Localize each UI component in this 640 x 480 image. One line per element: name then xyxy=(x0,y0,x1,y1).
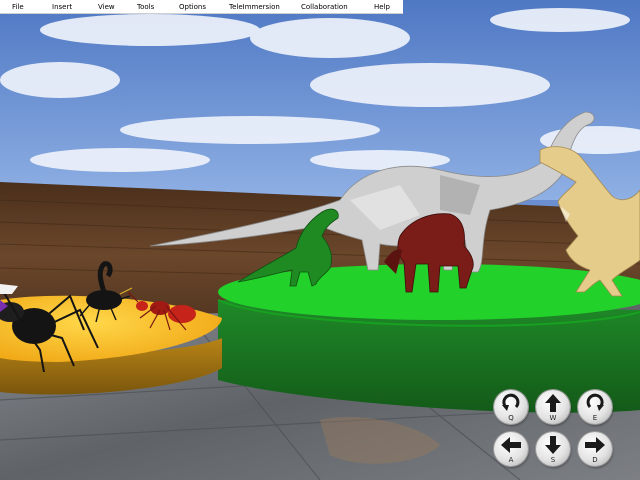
menu-tools[interactable]: Tools xyxy=(137,3,154,11)
key-label-w: W xyxy=(549,414,557,422)
key-label-d: D xyxy=(592,456,598,464)
menu-help[interactable]: Help xyxy=(374,3,390,11)
rotate-left-button[interactable]: Q xyxy=(494,390,528,424)
key-label-s: S xyxy=(550,456,556,464)
key-label-q: Q xyxy=(508,414,514,422)
menu-file[interactable]: File xyxy=(12,3,24,11)
rotate-right-icon xyxy=(586,393,604,411)
green-platform xyxy=(217,264,640,413)
menu-insert[interactable]: Insert xyxy=(52,3,72,11)
arrow-up-icon xyxy=(545,394,561,412)
menu-options[interactable]: Options xyxy=(179,3,206,11)
menu-collaboration[interactable]: Collaboration xyxy=(301,3,348,11)
key-label-a: A xyxy=(508,456,514,464)
arrow-right-icon xyxy=(585,437,605,453)
arrow-left-icon xyxy=(501,437,521,453)
move-left-button[interactable]: A xyxy=(494,432,528,466)
rotate-left-icon xyxy=(502,393,520,411)
menu-view[interactable]: View xyxy=(98,3,115,11)
move-right-button[interactable]: D xyxy=(578,432,612,466)
arrow-down-icon xyxy=(545,436,561,454)
menu-bar: File Insert View Tools Options TeleImmer… xyxy=(0,0,403,14)
key-label-e: E xyxy=(592,414,598,422)
move-forward-button[interactable]: W xyxy=(536,390,570,424)
move-backward-button[interactable]: S xyxy=(536,432,570,466)
menu-teleimmersion[interactable]: TeleImmersion xyxy=(229,3,280,11)
rotate-right-button[interactable]: E xyxy=(578,390,612,424)
